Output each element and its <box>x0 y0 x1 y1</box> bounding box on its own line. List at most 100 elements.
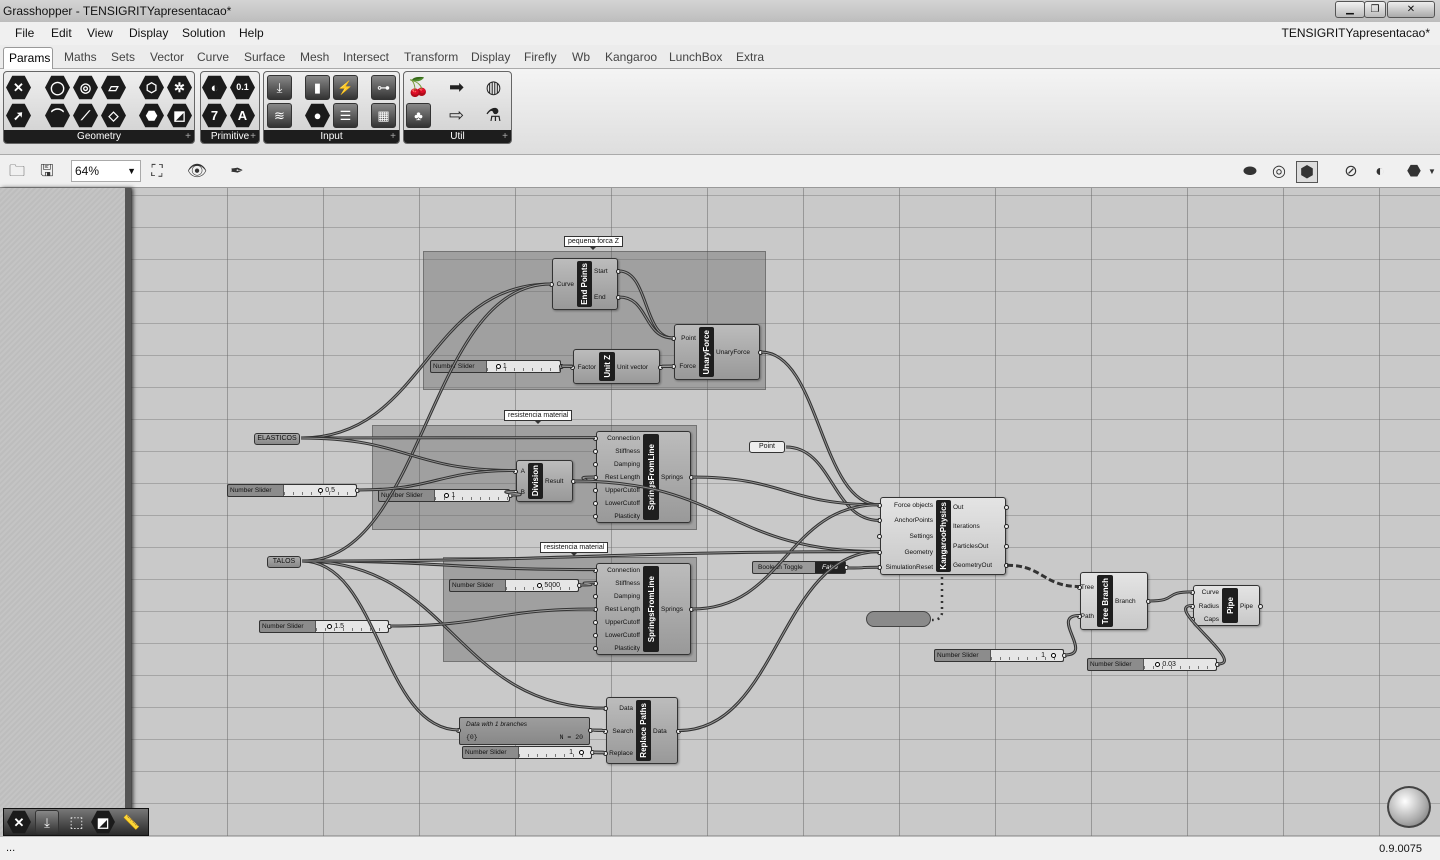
tab-surface[interactable]: Surface <box>244 50 285 64</box>
slider-knob[interactable] <box>537 583 543 588</box>
output-port[interactable] <box>616 295 621 300</box>
input-port[interactable] <box>877 565 882 571</box>
end-points-component[interactable]: End Points Curve Start End <box>549 258 621 310</box>
input-port[interactable] <box>1077 584 1082 590</box>
gradient-icon[interactable]: ▦ <box>371 103 396 128</box>
output-port[interactable] <box>616 269 621 274</box>
toggle-icon[interactable]: ▮ <box>305 75 330 100</box>
maximize-button[interactable]: ❐ <box>1364 1 1386 18</box>
number-slider[interactable]: Number Slider 1 <box>462 746 595 759</box>
division-component[interactable]: Division A B Result <box>513 460 576 502</box>
tab-firefly[interactable]: Firefly <box>524 50 557 64</box>
menu-display[interactable]: Display <box>129 26 168 40</box>
pipe-component[interactable]: Pipe Curve Radius Caps Pipe <box>1190 585 1263 626</box>
menu-edit[interactable]: Edit <box>51 26 72 40</box>
number-slider[interactable]: Number Slider 1 <box>378 489 513 502</box>
flask-icon[interactable]: ⚗ <box>481 103 506 128</box>
preview-material-icon[interactable]: ◐ <box>1369 161 1391 183</box>
input-port[interactable] <box>593 461 598 467</box>
input-port[interactable] <box>603 706 608 712</box>
number-slider[interactable]: Number Slider 5000 <box>449 579 582 592</box>
input-port[interactable] <box>1190 603 1195 609</box>
number-slider[interactable]: Number Slider 1.5 <box>259 620 392 633</box>
expand-icon[interactable]: + <box>502 130 508 143</box>
talos-param[interactable]: TALOS <box>267 556 301 568</box>
panel-footer[interactable]: Util + <box>404 130 511 143</box>
surface-icon[interactable]: ◩ <box>91 810 115 834</box>
input-port[interactable] <box>1190 617 1195 623</box>
panel-footer[interactable]: Geometry + <box>4 130 194 143</box>
output-port[interactable] <box>590 750 595 755</box>
input-port[interactable] <box>593 593 598 599</box>
tab-transform[interactable]: Transform <box>404 50 458 64</box>
input-port[interactable] <box>671 336 676 341</box>
output-port[interactable] <box>1004 504 1009 510</box>
panel-footer[interactable]: Input + <box>264 130 399 143</box>
slider-knob[interactable] <box>318 488 324 493</box>
output-port[interactable] <box>571 479 576 484</box>
input-port[interactable] <box>593 475 598 480</box>
slider-knob[interactable] <box>495 364 501 369</box>
output-port[interactable] <box>1215 662 1220 667</box>
output-port[interactable] <box>676 728 681 734</box>
tab-wb[interactable]: Wb <box>572 50 590 64</box>
output-port[interactable] <box>689 475 694 480</box>
input-port[interactable] <box>593 448 598 454</box>
close-button[interactable]: ✕ <box>1387 1 1435 18</box>
output-port[interactable] <box>1004 543 1009 549</box>
input-port[interactable] <box>593 580 598 586</box>
output-port[interactable] <box>1062 653 1067 658</box>
boolean-toggle[interactable]: Boolean Toggle False <box>752 561 849 574</box>
springs2-component[interactable]: SpringsFromLine Connection Stiffness Dampin… <box>593 563 694 655</box>
output-port[interactable] <box>658 364 663 370</box>
output-port[interactable] <box>508 493 513 498</box>
menu-solution[interactable]: Solution <box>182 26 225 40</box>
number-slider[interactable]: Number Slider 1 <box>934 649 1067 662</box>
output-port[interactable] <box>559 364 564 369</box>
expand-icon[interactable]: + <box>250 130 256 143</box>
output-port[interactable] <box>577 583 582 588</box>
input-port[interactable] <box>456 728 461 733</box>
minimize-button[interactable]: ▁ <box>1335 1 1365 18</box>
input-port[interactable] <box>593 646 598 652</box>
tab-kangaroo[interactable]: Kangaroo <box>605 50 657 64</box>
sketch-pen-icon[interactable]: ✒ <box>226 161 248 183</box>
zoom-select[interactable]: 64% ▼ <box>71 160 141 182</box>
preview-shaded-icon[interactable]: ⬢ <box>1296 161 1318 183</box>
output-port[interactable] <box>758 350 763 355</box>
data-input-icon[interactable]: ⤓ <box>267 75 292 100</box>
toggle-value[interactable]: False <box>815 562 845 573</box>
input-port[interactable] <box>671 364 676 369</box>
navigation-compass-icon[interactable] <box>1387 786 1431 828</box>
input-port[interactable] <box>603 750 608 756</box>
cage-icon[interactable]: ⬚ <box>64 810 89 835</box>
slider-icon[interactable]: ⊶ <box>371 75 396 100</box>
menu-file[interactable]: File <box>15 26 34 40</box>
output-port[interactable] <box>1258 603 1263 609</box>
tab-curve[interactable]: Curve <box>197 50 229 64</box>
slider-track[interactable]: 5000 <box>504 580 578 591</box>
slider-track[interactable]: 1 <box>517 747 591 758</box>
tree-branch-component[interactable]: Tree Branch Tree Path Branch <box>1077 572 1151 630</box>
tab-params[interactable]: Params <box>3 47 53 70</box>
zoom-extents-icon[interactable]: ⛶ <box>146 161 168 183</box>
input-port[interactable] <box>593 501 598 507</box>
input-port[interactable] <box>513 489 518 495</box>
panel-footer[interactable]: Primitive + <box>201 130 259 143</box>
graph-icon[interactable]: ≋ <box>267 103 292 128</box>
input-port[interactable] <box>877 549 882 555</box>
preview-wireframe-shaded-icon[interactable]: ⬬ <box>1239 161 1261 183</box>
unary-force-component[interactable]: UnaryForce Point Force UnaryForce <box>671 324 763 380</box>
ruler-icon[interactable]: 📏 <box>119 810 144 835</box>
preview-disabled-icon[interactable]: ⊘ <box>1340 161 1362 183</box>
digit-scroller-icon[interactable]: ⚡ <box>333 75 358 100</box>
tab-sets[interactable]: Sets <box>111 50 135 64</box>
menu-help[interactable]: Help <box>239 26 264 40</box>
output-port[interactable] <box>844 565 849 570</box>
input-port[interactable] <box>593 607 598 612</box>
slider-knob[interactable] <box>1155 662 1161 667</box>
input-port[interactable] <box>603 728 608 734</box>
slider-track[interactable]: 0.5 <box>282 485 356 496</box>
input-port[interactable] <box>570 364 575 370</box>
open-file-icon[interactable]: 🗀 <box>6 161 28 183</box>
